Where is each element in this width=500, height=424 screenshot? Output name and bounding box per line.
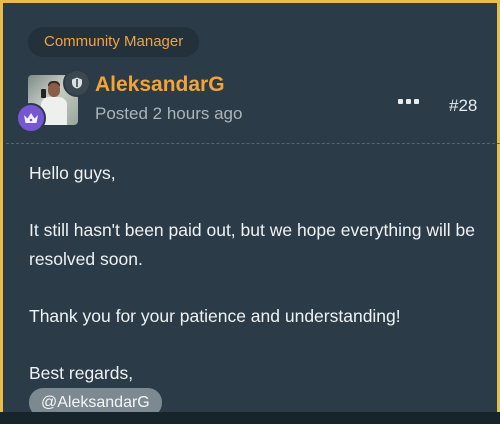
avatar-head [48,83,60,97]
forum-post: Community Manager AleksandarG Posted 2 h… [0,0,500,417]
dot [398,99,403,104]
post-number-link[interactable]: #28 [449,96,477,116]
body-paragraph: It still hasn't been paid out, but we ho… [29,220,475,269]
author-avatar-group[interactable] [16,69,91,133]
bottom-bar [0,412,500,424]
more-options-icon[interactable] [398,99,419,104]
author-name[interactable]: AleksandarG [95,73,225,97]
body-greeting: Hello guys, [29,163,116,183]
post-body: Hello guys, It still hasn't been paid ou… [29,159,484,388]
role-badge: Community Manager [28,27,200,57]
post-timestamp[interactable]: Posted 2 hours ago [95,104,242,124]
dot [406,99,411,104]
body-signoff: Best regards, [29,363,134,383]
divider [6,143,500,144]
body-paragraph: Thank you for your patience and understa… [29,306,401,326]
dot [414,99,419,104]
crown-icon [16,103,46,133]
shield-icon [63,69,91,97]
avatar-phone [41,89,46,98]
